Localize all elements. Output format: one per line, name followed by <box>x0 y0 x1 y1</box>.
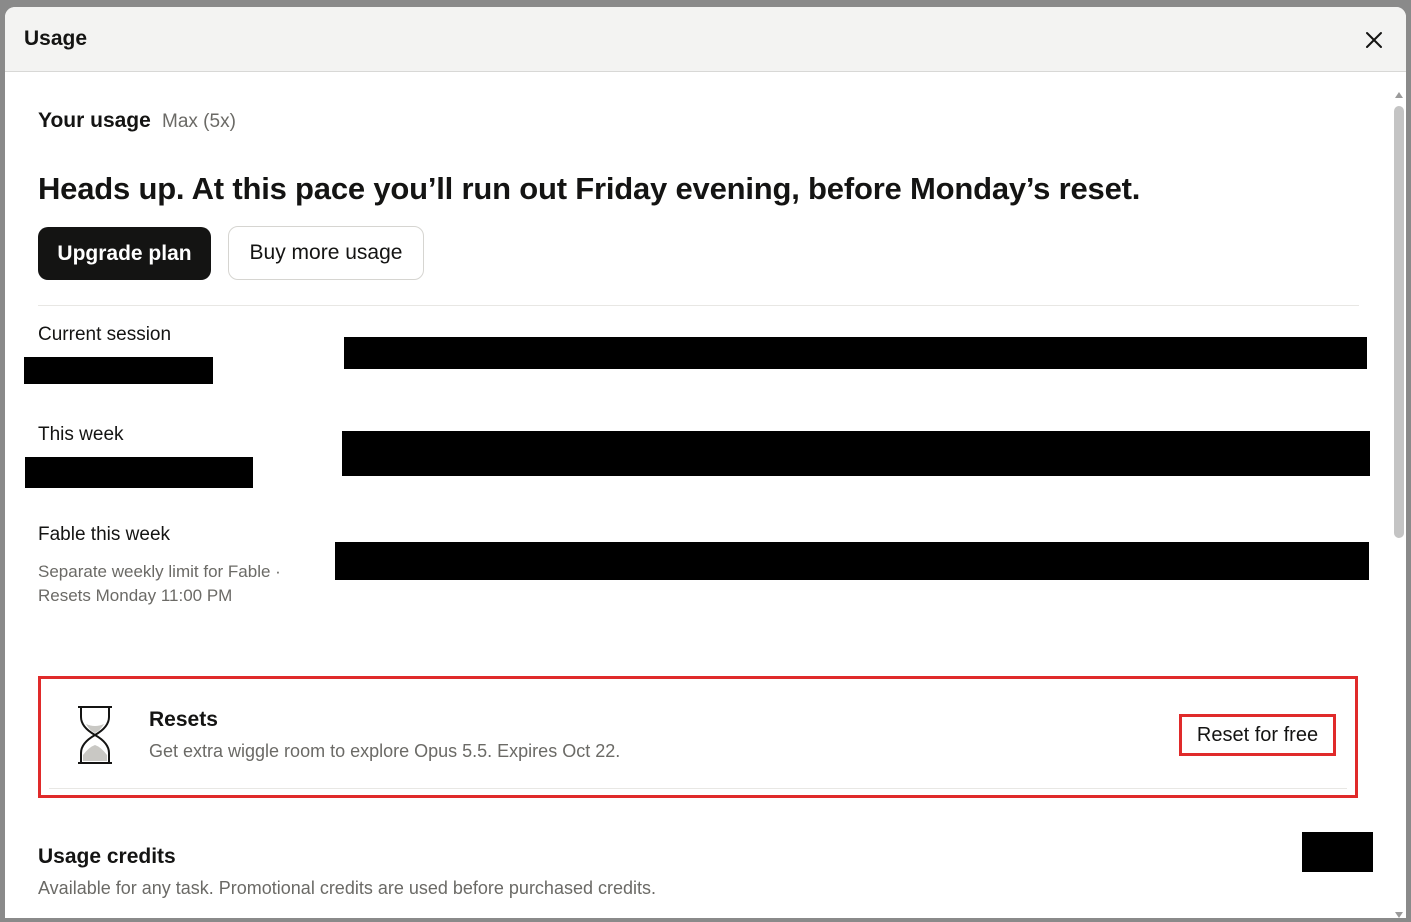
scroll-down-arrow-icon[interactable] <box>1395 912 1403 918</box>
redacted-week-bar <box>342 431 1370 476</box>
usage-credits-description: Available for any task. Promotional cred… <box>38 878 656 898</box>
redacted-week-reset <box>25 457 253 488</box>
usage-dialog: Usage Your usage Max (5x) Heads up. At t… <box>5 7 1406 918</box>
fable-week-subtext: Separate weekly limit for Fable · <box>38 562 281 581</box>
fable-week-reset-time: Resets Monday 11:00 PM <box>38 586 233 605</box>
dialog-content: Your usage Max (5x) Heads up. At this pa… <box>5 72 1406 918</box>
hourglass-icon <box>78 706 112 764</box>
scroll-thumb[interactable] <box>1394 106 1404 538</box>
scroll-up-arrow-icon[interactable] <box>1395 92 1403 98</box>
dialog-header: Usage <box>5 7 1406 72</box>
resets-description: Get extra wiggle room to explore Opus 5.… <box>149 741 621 761</box>
divider <box>49 788 1347 789</box>
redacted-session-reset <box>24 357 213 384</box>
resets-card: Resets Get extra wiggle room to explore … <box>38 676 1358 798</box>
redacted-fable-bar <box>335 542 1369 580</box>
fable-week-label: Fable this week <box>38 524 171 545</box>
upgrade-plan-button[interactable]: Upgrade plan <box>38 227 211 280</box>
dialog-title: Usage <box>24 27 88 50</box>
redacted-session-bar <box>344 337 1367 369</box>
scrollbar[interactable] <box>1392 92 1406 918</box>
divider <box>38 305 1359 306</box>
this-week-label: This week <box>38 424 124 445</box>
plan-name: Max (5x) <box>162 111 236 132</box>
current-session-label: Current session <box>38 324 172 345</box>
redacted-credits-value <box>1302 832 1373 872</box>
resets-title: Resets <box>149 708 218 731</box>
close-button[interactable] <box>1361 27 1387 53</box>
reset-for-free-button[interactable]: Reset for free <box>1179 714 1336 756</box>
your-usage-heading: Your usage <box>38 109 151 132</box>
close-icon <box>1366 32 1382 48</box>
usage-warning-headline: Heads up. At this pace you’ll run out Fr… <box>38 171 1141 206</box>
usage-credits-title: Usage credits <box>38 845 176 868</box>
buy-more-usage-button[interactable]: Buy more usage <box>228 226 424 280</box>
